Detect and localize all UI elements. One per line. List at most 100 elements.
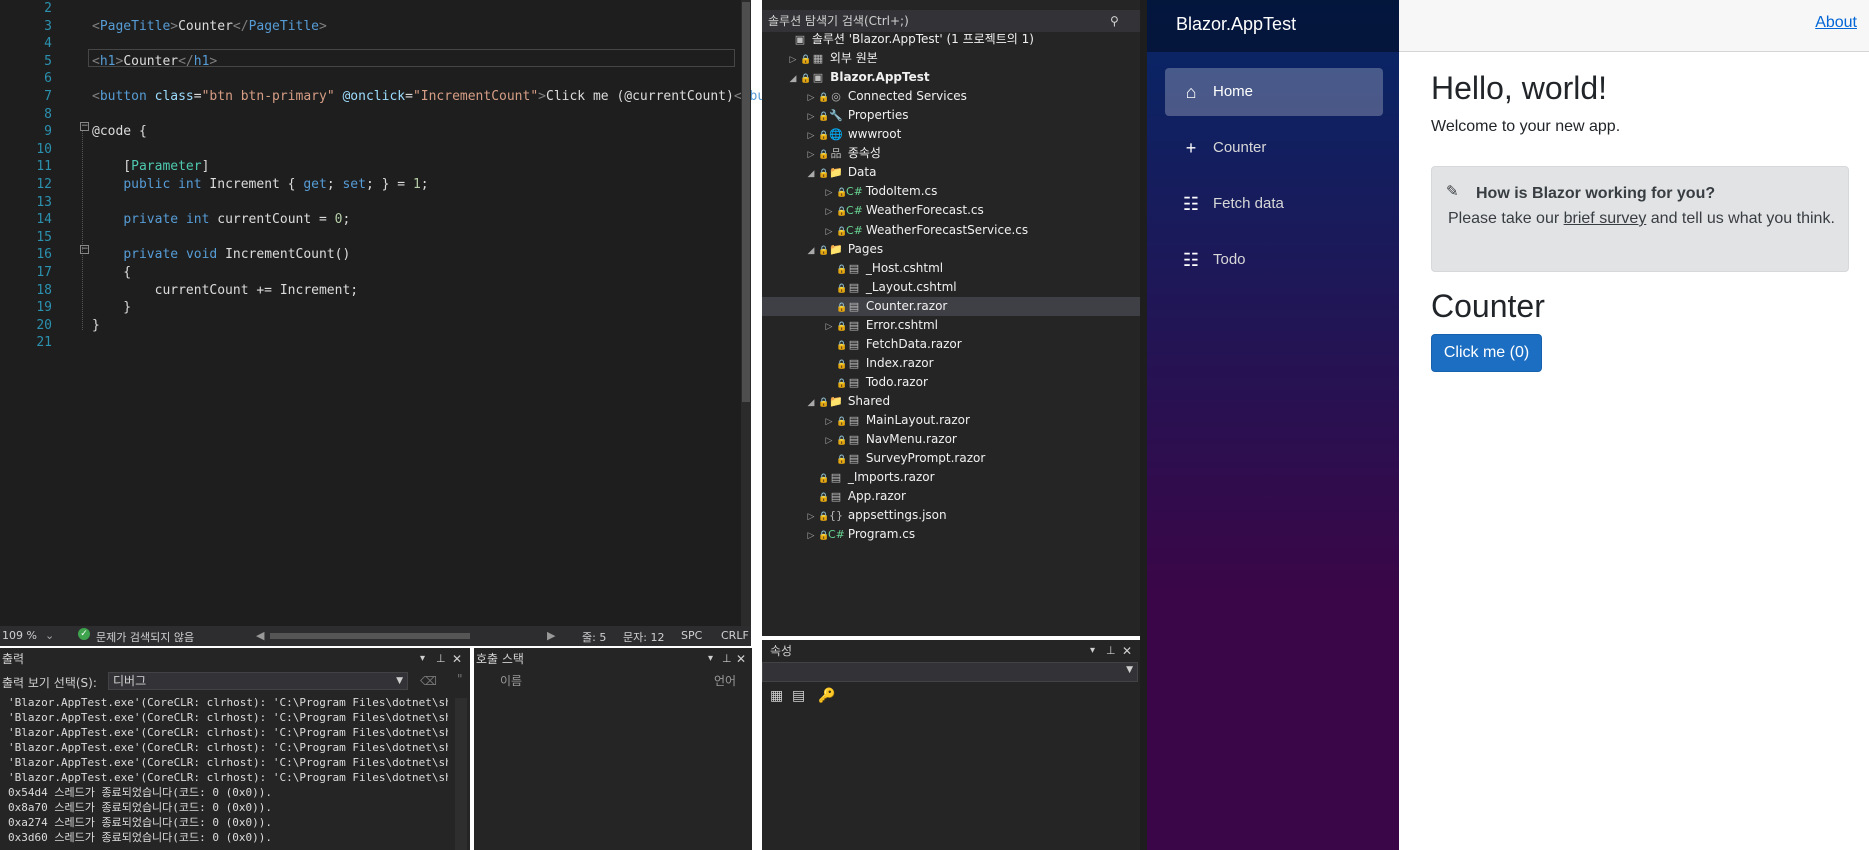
categorized-icon[interactable]: ▦ [770,688,783,704]
code-lines: 2 3 <PageTitle>Counter</PageTitle> 4 5 <h1>Co… [0,0,804,626]
dropdown-icon[interactable]: ⌄ [45,629,54,642]
list-icon: ☷ [1182,250,1200,270]
tree-item[interactable]: 🔒 ▤ _Layout.cshtml [762,278,1140,297]
tree-item-label: Data [844,165,877,180]
column-header-name[interactable]: 이름 [500,672,522,689]
code-line[interactable]: currentCount += Increment; [92,283,359,299]
tree-item[interactable]: ◢ 🔒📁 Data [762,163,1140,182]
tree-item[interactable]: 🔒 ▤ FetchData.razor [762,335,1140,354]
dropdown-icon[interactable]: ▾ [708,648,713,670]
tree-item-label: 외부 원본 [826,51,878,66]
code-line[interactable]: private void IncrementCount() [92,247,350,263]
tree-item[interactable]: ▷ 🔒品 종속성 [762,144,1140,163]
solution-search-bar[interactable]: 솔루션 탐색기 검색(Ctrl+;) ⚲ [762,10,1140,32]
home-icon: ⌂ [1185,82,1197,102]
file-type-icon: C# [846,204,863,218]
object-selector[interactable]: ▼ [762,662,1138,682]
pin-icon[interactable]: ⊥ [1106,640,1116,662]
search-icon[interactable]: ⚲ [1110,10,1119,32]
file-type-icon: C# [828,528,845,542]
nav-item-fetch-data[interactable]: ☷ Fetch data [1165,180,1383,228]
tree-item-label: _Layout.cshtml [862,279,957,294]
more-icon[interactable]: " [457,672,463,686]
tree-item[interactable]: ▷ 🔒 ▤ Error.cshtml [762,316,1140,335]
brand-title[interactable]: Blazor.AppTest [1176,14,1296,35]
tree-item[interactable]: ◢ 🔒📁 Pages [762,240,1140,259]
tree-item[interactable]: ▷ 🔒 ▤ NavMenu.razor [762,430,1140,449]
tree-item[interactable]: ▷ 🔒 ◎ Connected Services [762,87,1140,106]
tree-item[interactable]: ▷ 🔒C# WeatherForecastService.cs [762,221,1140,240]
line-ending-indicator[interactable]: CRLF [721,629,749,642]
horizontal-scrollbar[interactable] [270,633,470,639]
line-number: 14 [36,212,52,228]
pin-icon[interactable]: ⊥ [722,648,732,670]
property-pages-icon[interactable]: 🔑 [818,688,835,704]
tree-item[interactable]: 🔒 ▤ Todo.razor [762,373,1140,392]
file-type-icon: ▤ [848,318,860,332]
code-line[interactable]: @code { [92,124,147,140]
tree-item[interactable]: 🔒 ▤ _Host.cshtml [762,259,1140,278]
tree-item[interactable]: ◢ 🔒📁 Shared [762,392,1140,411]
tree-item[interactable]: ▷ 🔒🌐 wwwroot [762,125,1140,144]
tree-item[interactable]: ▷ 🔒🔧 Properties [762,106,1140,125]
code-line[interactable]: [Parameter] [92,159,209,175]
code-line[interactable]: private int currentCount = 0; [92,212,350,228]
click-me-button[interactable]: Click me (0) [1431,334,1542,372]
tree-item[interactable]: 🔒 ▤ App.razor [762,487,1140,506]
column-header-language[interactable]: 언어 [714,672,736,689]
close-icon[interactable]: ✕ [736,648,746,670]
tree-item[interactable]: ▷ 🔒{} appsettings.json [762,506,1140,525]
code-line[interactable]: <PageTitle>Counter</PageTitle> [92,19,327,35]
dropdown-icon[interactable]: ▾ [420,648,425,670]
chevron-down-icon: ▼ [1126,665,1133,675]
tree-item[interactable]: ◢ 🔒 ▣ Blazor.AppTest [762,68,1140,87]
tree-item[interactable]: ▣ 솔루션 'Blazor.AppTest' (1 프로젝트의 1) [762,30,1140,49]
collapse-icon[interactable]: − [80,245,89,254]
tree-item[interactable]: 🔒 ▤ _Imports.razor [762,468,1140,487]
alphabetical-icon[interactable]: ▤ [792,688,805,704]
code-line[interactable]: public int Increment { get; set; } = 1; [92,177,428,193]
pin-icon[interactable]: ⊥ [436,648,446,670]
code-line[interactable]: <button class="btn btn-primary" @onclick… [92,89,804,105]
close-icon[interactable]: ✕ [452,648,462,670]
collapse-icon[interactable]: − [80,122,89,131]
clear-icon[interactable]: ⌫ [420,674,437,688]
tree-item[interactable]: ▷ 🔒C# Program.cs [762,525,1140,544]
output-source-select[interactable]: 디버그 ▼ [108,672,408,690]
nav-item-todo[interactable]: ☷ Todo [1165,236,1383,284]
survey-link[interactable]: brief survey [1564,210,1647,227]
zoom-level[interactable]: 109 % [2,629,37,642]
issues-status[interactable]: 문제가 검색되지 않음 [96,629,194,645]
tree-item[interactable]: 🔒 ▤ SurveyPrompt.razor [762,449,1140,468]
tree-item[interactable]: 🔒 ▤ Index.razor [762,354,1140,373]
code-line[interactable]: } [92,318,100,334]
survey-text-post: and tell us what you think. [1646,210,1835,227]
about-link[interactable]: About [1815,14,1857,32]
whitespace-indicator[interactable]: SPC [681,629,702,642]
output-scrollbar[interactable] [455,698,467,850]
file-type-icon: 📁 [829,394,843,408]
line-number: 4 [44,36,52,52]
scroll-left-icon[interactable]: ◀ [256,629,264,642]
pencil-icon: ✎ [1446,183,1459,200]
file-type-icon: ▣ [794,33,806,46]
nav-item-counter[interactable]: + Counter [1165,124,1383,172]
tree-item[interactable]: ▷ 🔒 ▦ 외부 원본 [762,49,1140,68]
editor-scrollbar-thumb[interactable] [742,2,750,402]
tree-item-label: WeatherForecast.cs [862,203,984,218]
tree-item[interactable]: ▷ 🔒C# WeatherForecast.cs [762,201,1140,220]
tree-item[interactable]: ▷ 🔒C# TodoItem.cs [762,182,1140,201]
line-number: 19 [36,300,52,316]
tree-item[interactable]: 🔒 ▤ Counter.razor [762,296,1140,316]
scroll-right-icon[interactable]: ▶ [547,629,555,642]
code-line[interactable]: } [92,300,131,316]
file-type-icon: ▤ [830,490,842,504]
dropdown-icon[interactable]: ▾ [1090,640,1095,662]
expand-arrow-icon[interactable]: ▷ [804,527,818,546]
close-icon[interactable]: ✕ [1122,640,1132,662]
tree-item[interactable]: ▷ 🔒 ▤ MainLayout.razor [762,411,1140,430]
file-type-icon: 📁 [829,242,843,256]
nav-item-home[interactable]: ⌂ Home [1165,68,1383,116]
tree-item-label: Error.cshtml [862,317,938,332]
code-line[interactable]: { [92,265,131,281]
